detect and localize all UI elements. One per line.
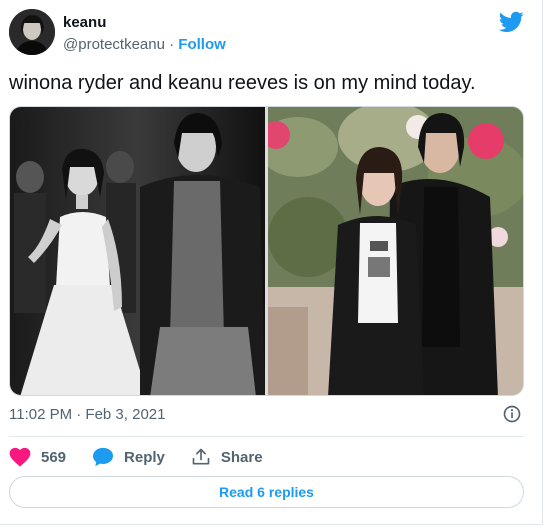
tweet-text: winona ryder and keanu reeves is on my m…: [9, 72, 476, 94]
photo-color-couple[interactable]: [268, 107, 523, 395]
like-button[interactable]: 569: [9, 447, 66, 467]
divider: [9, 436, 524, 437]
like-count: 569: [41, 448, 67, 466]
tweet-card: keanu @protectkeanu · Follow winona ryde…: [0, 0, 543, 525]
tweet-timestamp[interactable]: 11:02 PM · Feb 3, 2021: [9, 406, 165, 423]
handle-separator: ·: [164, 36, 179, 53]
author-display-name[interactable]: keanu: [63, 14, 106, 31]
share-icon: [192, 448, 210, 465]
avatar[interactable]: [9, 9, 55, 55]
info-icon[interactable]: [502, 404, 522, 424]
reply-label: Reply: [124, 448, 165, 466]
photo-bw-couple[interactable]: [10, 107, 265, 395]
share-button[interactable]: Share: [191, 447, 263, 467]
heart-icon: [9, 447, 31, 467]
share-label: Share: [220, 448, 263, 466]
tweet-actions: 569 Reply Share: [9, 445, 289, 469]
read-replies-button[interactable]: Read 6 replies: [9, 476, 524, 508]
author-handle[interactable]: @protectkeanu: [63, 36, 165, 53]
reply-bubble-icon: [93, 447, 114, 467]
reply-button[interactable]: Reply: [92, 447, 165, 467]
twitter-bird-icon[interactable]: [499, 11, 524, 33]
author-handle-row: @protectkeanu · Follow: [63, 36, 226, 53]
tweet-media: [9, 106, 524, 396]
follow-button[interactable]: Follow: [178, 36, 226, 53]
